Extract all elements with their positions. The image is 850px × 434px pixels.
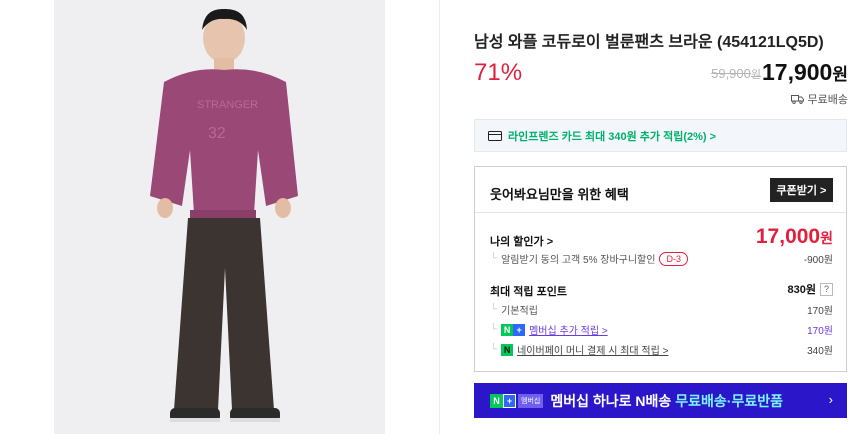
tree-connector: └ <box>490 344 498 355</box>
shipping-info: 무료배송 <box>790 91 848 107</box>
max-points-value: 830원 <box>787 284 816 296</box>
max-points-label: 최대 적립 포인트 <box>490 286 567 298</box>
svg-text:32: 32 <box>208 125 226 142</box>
my-discount-price: 17,000원 <box>756 225 833 249</box>
vertical-divider <box>439 0 440 434</box>
dday-badge: D-3 <box>659 251 688 266</box>
coupon-download-button[interactable]: 쿠폰받기 > <box>770 178 833 202</box>
basic-points-value: 170원 <box>807 306 833 317</box>
card-icon <box>488 130 502 141</box>
benefits-box: 웃어봐요님만을 위한 혜택 쿠폰받기 > 나의 할인가 > 17,000원 └ … <box>474 166 847 372</box>
card-promo-text: 라인프렌즈 카드 최대 340원 추가 적립(2%) > <box>508 130 717 143</box>
sale-price: 17,900원 <box>762 59 848 86</box>
tree-connector: └ <box>490 253 498 264</box>
npay-points-row: └ N 네이버페이 머니 결제 시 최대 적립 > <box>490 342 668 357</box>
naver-plus-membership-icon: N + <box>501 323 526 336</box>
alarm-discount-value: -900원 <box>803 255 833 266</box>
membership-points-link[interactable]: 멤버십 추가 적립 > <box>529 322 608 337</box>
card-promo-banner[interactable]: 라인프렌즈 카드 최대 340원 추가 적립(2%) > <box>474 119 847 152</box>
membership-banner[interactable]: N + 멤버십 멤버십 하나로 N배송 무료배송·무료반품 › <box>474 383 847 418</box>
tree-connector: └ <box>490 324 498 335</box>
my-discount-link[interactable]: 나의 할인가 > <box>490 233 553 249</box>
membership-tag: 멤버십 <box>518 393 544 408</box>
benefits-heading: 웃어봐요님만을 위한 혜택 <box>490 187 629 202</box>
alarm-discount-label: 알림받기 동의 고객 5% 장바구니할인 <box>501 255 656 266</box>
my-discount-price-unit: 원 <box>820 230 833 246</box>
basic-points-row: └ 기본적립 <box>490 302 538 317</box>
banner-highlight: 무료배송·무료반품 <box>675 392 783 409</box>
chevron-right-icon: › <box>828 392 833 407</box>
alarm-discount-row: └ 알림받기 동의 고객 5% 장바구니할인 D-3 <box>490 251 688 266</box>
basic-points-label: 기본적립 <box>501 306 538 317</box>
sale-price-value: 17,900 <box>762 59 833 85</box>
naver-pay-icon: N <box>501 343 514 356</box>
membership-points-row: └ N + 멤버십 추가 적립 > <box>490 322 608 337</box>
product-image[interactable]: STRANGER 32 <box>54 0 385 434</box>
svg-text:STRANGER: STRANGER <box>197 99 258 111</box>
discount-rate: 71% <box>474 59 523 86</box>
membership-badge: N + 멤버십 <box>490 393 544 408</box>
plus-icon: + <box>503 393 516 408</box>
naver-n-icon: N <box>490 393 503 408</box>
original-price-unit: 원 <box>750 69 761 81</box>
model-illustration: STRANGER 32 <box>54 0 385 434</box>
npay-points-value: 340원 <box>807 346 833 357</box>
original-price-value: 59,900 <box>711 66 751 81</box>
my-discount-price-value: 17,000 <box>755 225 821 248</box>
sale-price-unit: 원 <box>832 65 848 84</box>
benefits-divider <box>475 212 846 213</box>
product-title: 남성 와플 코듀로이 벌룬팬츠 브라운 (454121LQ5D) <box>474 34 824 51</box>
truck-icon <box>790 95 804 104</box>
membership-points-value: 170원 <box>807 326 833 337</box>
tree-connector: └ <box>490 304 498 315</box>
max-points: 830원 ? <box>788 281 833 297</box>
shipping-label: 무료배송 <box>807 94 848 106</box>
banner-message: 멤버십 하나로 N배송 <box>550 392 672 409</box>
points-help-icon[interactable]: ? <box>820 282 833 296</box>
npay-points-link[interactable]: 네이버페이 머니 결제 시 최대 적립 > <box>517 342 668 357</box>
original-price: 59,900원 <box>711 66 761 82</box>
